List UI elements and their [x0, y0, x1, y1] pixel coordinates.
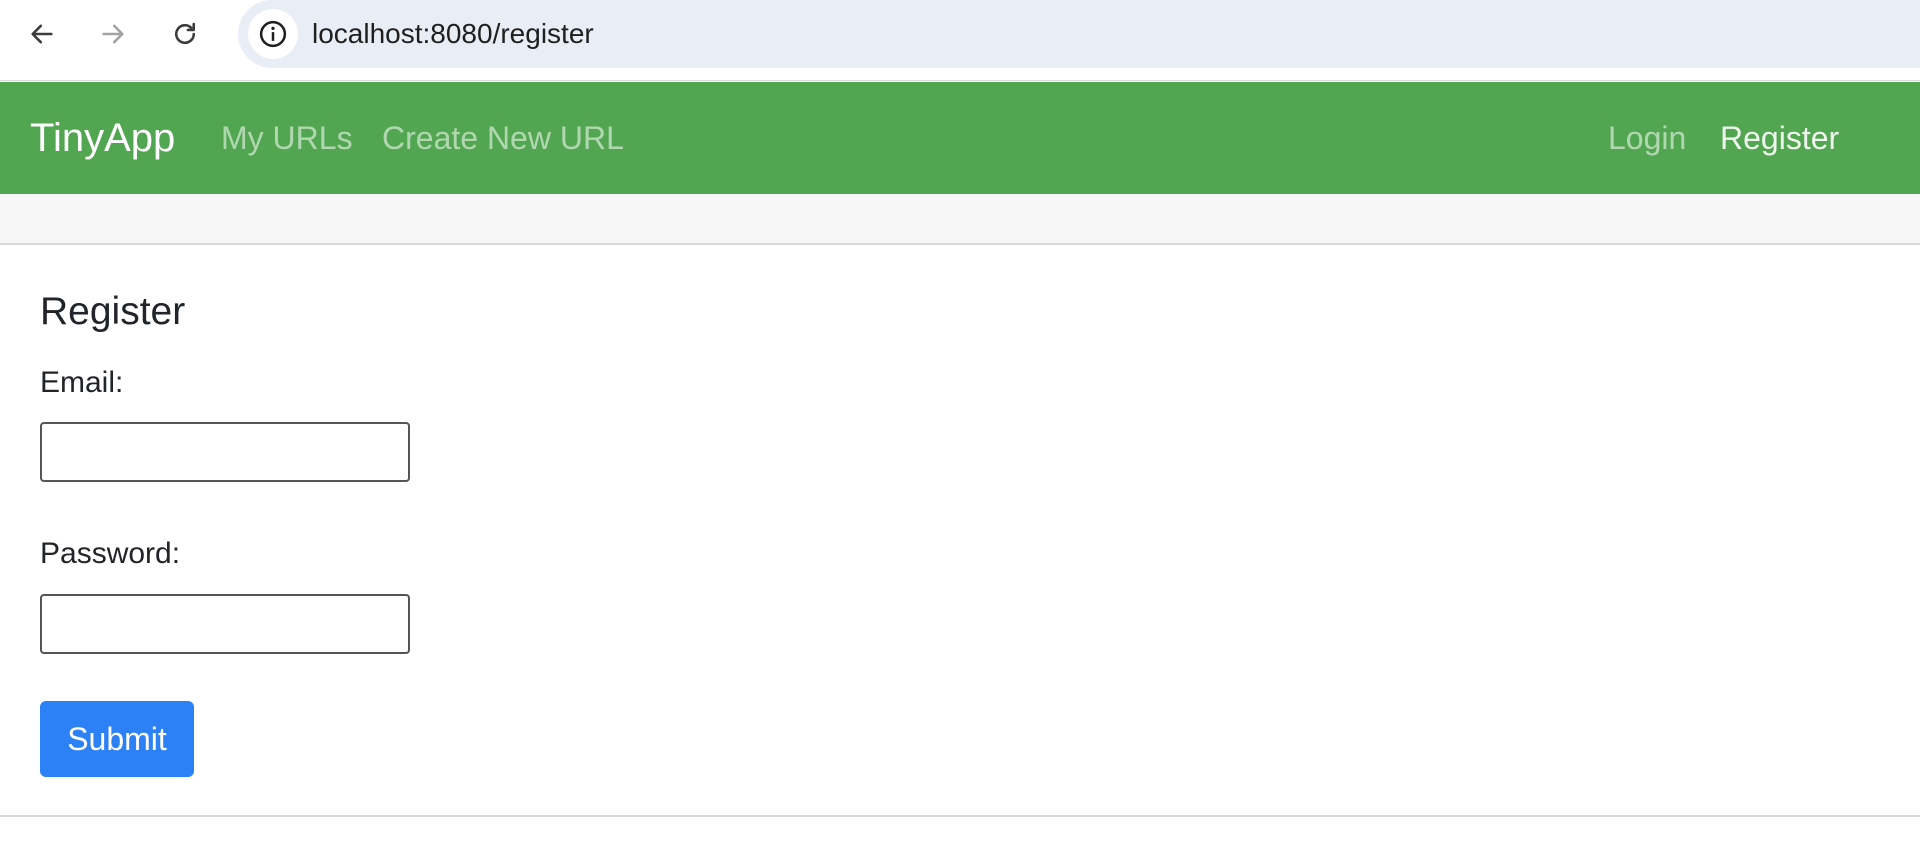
- reload-button[interactable]: [167, 16, 203, 52]
- browser-toolbar: localhost:8080/register: [0, 0, 1920, 81]
- nav-link-register[interactable]: Register: [1720, 120, 1839, 156]
- password-field[interactable]: [40, 594, 410, 654]
- nav-link-login[interactable]: Login: [1608, 120, 1686, 156]
- nav-link-create-new-url[interactable]: Create New URL: [382, 120, 624, 156]
- email-field[interactable]: [40, 422, 410, 482]
- url-text[interactable]: localhost:8080/register: [312, 18, 594, 50]
- info-icon: [259, 20, 287, 48]
- password-label: Password:: [40, 537, 181, 570]
- site-info-button[interactable]: [248, 9, 298, 59]
- submit-button[interactable]: Submit: [40, 701, 194, 777]
- back-button[interactable]: [24, 16, 60, 52]
- register-card: Register Email: Password: Submit: [0, 245, 1920, 817]
- app-navbar: TinyApp My URLs Create New URL Login Reg…: [0, 82, 1920, 194]
- card-header: [0, 194, 1920, 245]
- page-title: Register: [40, 290, 186, 333]
- address-bar[interactable]: localhost:8080/register: [238, 0, 1920, 68]
- brand-link[interactable]: TinyApp: [30, 116, 175, 160]
- email-label: Email:: [40, 366, 124, 399]
- reload-icon: [175, 22, 196, 45]
- nav-link-my-urls[interactable]: My URLs: [221, 120, 353, 156]
- arrow-left-icon: [31, 24, 53, 44]
- forward-button[interactable]: [95, 16, 131, 52]
- arrow-right-icon: [102, 24, 124, 44]
